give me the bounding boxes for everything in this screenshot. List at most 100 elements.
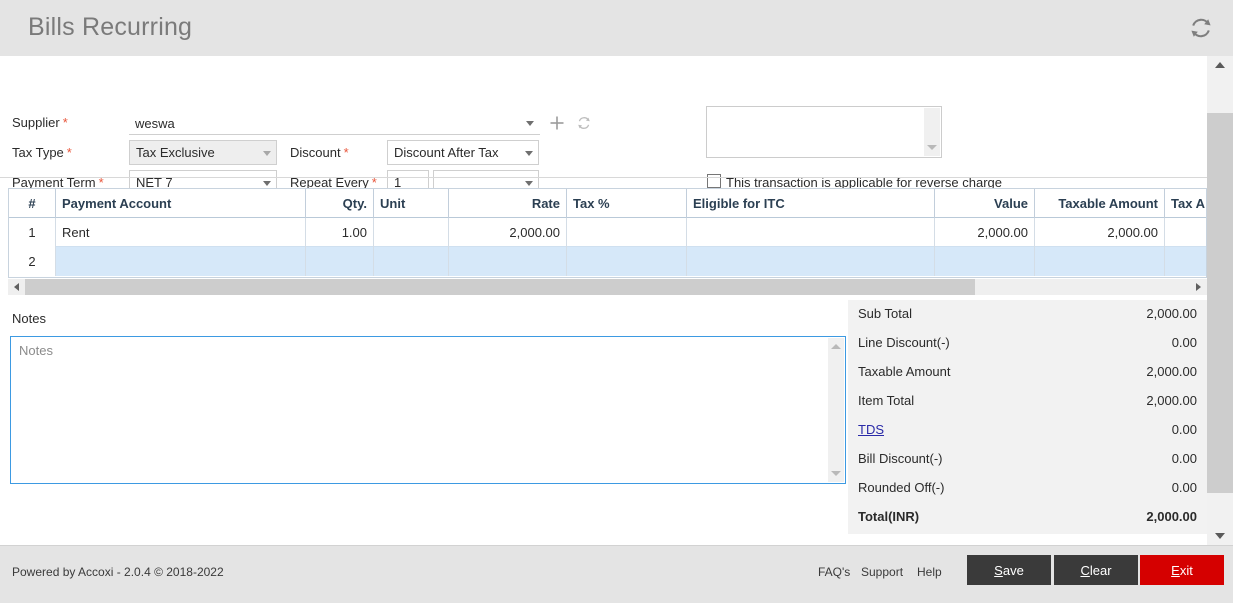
help-link[interactable]: Help xyxy=(917,565,942,579)
chevron-down-icon[interactable] xyxy=(927,145,937,150)
summary-row-line-discount: Line Discount(-) 0.00 xyxy=(848,329,1207,358)
summary-value: 2,000.00 xyxy=(1146,509,1197,524)
cell-index: 2 xyxy=(9,247,56,276)
summary-value: 0.00 xyxy=(1172,335,1197,350)
summary-label: Line Discount(-) xyxy=(858,335,950,350)
refresh-icon[interactable] xyxy=(1183,10,1219,46)
table-row[interactable]: 2 xyxy=(9,247,1207,276)
cell-rate[interactable]: 2,000.00 xyxy=(449,218,567,247)
chevron-up-icon[interactable] xyxy=(831,344,841,349)
cell-taxable-amount: 2,000.00 xyxy=(1035,218,1165,247)
form-divider xyxy=(0,177,1207,178)
clear-rest: lear xyxy=(1090,563,1112,578)
supplier-underline xyxy=(129,134,540,135)
required-marker: * xyxy=(67,145,72,160)
form-area: Supplier* Tax Type* Tax Exclusive xyxy=(0,56,1207,176)
powered-by-text: Powered by Accoxi - 2.0.4 © 2018-2022 xyxy=(12,565,224,579)
column-header-index[interactable]: # xyxy=(9,189,56,218)
tds-link[interactable]: TDS xyxy=(858,422,884,437)
supplier-label: Supplier* xyxy=(12,115,68,130)
supplier-input[interactable] xyxy=(129,111,540,136)
footer-bar: Powered by Accoxi - 2.0.4 © 2018-2022 FA… xyxy=(0,545,1233,603)
scroll-up-button[interactable] xyxy=(1207,56,1233,74)
discount-select[interactable]: Discount After Tax xyxy=(387,140,539,165)
tax-type-select[interactable]: Tax Exclusive xyxy=(129,140,277,165)
description-scrollbar[interactable] xyxy=(924,108,940,156)
page-vertical-scrollbar[interactable] xyxy=(1207,56,1233,545)
summary-label: Rounded Off(-) xyxy=(858,480,944,495)
caret-left-icon xyxy=(14,283,19,291)
cell-tax-amount xyxy=(1165,218,1207,247)
summary-row-rounded-off: Rounded Off(-) 0.00 xyxy=(848,474,1207,503)
scrollbar-thumb[interactable] xyxy=(1207,113,1233,493)
chevron-down-icon[interactable] xyxy=(831,471,841,476)
support-link[interactable]: Support xyxy=(861,565,903,579)
cell-eligible-itc[interactable] xyxy=(687,247,935,276)
page-title: Bills Recurring xyxy=(28,13,192,42)
notes-label: Notes xyxy=(12,311,46,326)
discount-label: Discount* xyxy=(290,145,349,160)
supplier-refresh-icon[interactable] xyxy=(575,114,593,132)
cell-unit[interactable] xyxy=(374,247,449,276)
clear-accel: C xyxy=(1080,563,1089,578)
cell-payment-account[interactable] xyxy=(56,247,306,276)
title-bar: Bills Recurring xyxy=(0,0,1233,56)
column-header-rate[interactable]: Rate xyxy=(449,189,567,218)
cell-qty[interactable] xyxy=(306,247,374,276)
column-header-value[interactable]: Value xyxy=(935,189,1035,218)
column-header-tax-pct[interactable]: Tax % xyxy=(567,189,687,218)
cell-unit[interactable] xyxy=(374,218,449,247)
summary-label: Sub Total xyxy=(858,306,912,321)
summary-value: 2,000.00 xyxy=(1146,306,1197,321)
summary-row-total: Total(INR) 2,000.00 xyxy=(848,503,1207,532)
summary-row-sub-total: Sub Total 2,000.00 xyxy=(848,300,1207,329)
cell-value: 2,000.00 xyxy=(935,218,1035,247)
column-header-unit[interactable]: Unit xyxy=(374,189,449,218)
exit-rest: xit xyxy=(1180,563,1193,578)
column-header-taxable-amount[interactable]: Taxable Amount xyxy=(1035,189,1165,218)
exit-button[interactable]: Exit xyxy=(1140,555,1224,585)
summary-value: 2,000.00 xyxy=(1146,364,1197,379)
cell-rate[interactable] xyxy=(449,247,567,276)
notes-textarea[interactable]: Notes xyxy=(10,336,846,484)
cell-index: 1 xyxy=(9,218,56,247)
rounded-off-input[interactable]: 0.00 xyxy=(1172,480,1197,495)
description-textarea[interactable] xyxy=(706,106,942,158)
save-button[interactable]: Save xyxy=(967,555,1051,585)
scroll-down-button[interactable] xyxy=(1207,527,1233,545)
cell-tax-amount xyxy=(1165,247,1207,276)
cell-taxable-amount xyxy=(1035,247,1165,276)
cell-eligible-itc[interactable] xyxy=(687,218,935,247)
cell-qty[interactable]: 1.00 xyxy=(306,218,374,247)
cell-tax-pct[interactable] xyxy=(567,247,687,276)
table-header-row: # Payment Account Qty. Unit Rate Tax % E… xyxy=(9,189,1207,218)
column-header-tax-amount[interactable]: Tax A xyxy=(1165,189,1207,218)
summary-label: Bill Discount(-) xyxy=(858,451,943,466)
summary-row-bill-discount: Bill Discount(-) 0.00 xyxy=(848,445,1207,474)
summary-panel: Sub Total 2,000.00 Line Discount(-) 0.00… xyxy=(848,300,1207,534)
summary-value: 2,000.00 xyxy=(1146,393,1197,408)
bills-recurring-window: Bills Recurring Supplier* xyxy=(0,0,1233,603)
faqs-link[interactable]: FAQ's xyxy=(818,565,850,579)
caret-right-icon xyxy=(1196,283,1201,291)
plus-icon[interactable] xyxy=(548,114,566,132)
scroll-right-button[interactable] xyxy=(1190,279,1207,295)
column-header-payment-account[interactable]: Payment Account xyxy=(56,189,306,218)
table-row[interactable]: 1 Rent 1.00 2,000.00 2,000.00 2,000.00 xyxy=(9,218,1207,247)
scroll-left-button[interactable] xyxy=(8,279,25,295)
summary-label: Taxable Amount xyxy=(858,364,951,379)
tax-type-value: Tax Exclusive xyxy=(136,145,215,160)
cell-payment-account[interactable]: Rent xyxy=(56,218,306,247)
scrollbar-thumb[interactable] xyxy=(25,279,975,295)
required-marker: * xyxy=(344,145,349,160)
bill-discount-input[interactable]: 0.00 xyxy=(1172,451,1197,466)
summary-label: Total(INR) xyxy=(858,509,919,524)
column-header-qty[interactable]: Qty. xyxy=(306,189,374,218)
column-header-eligible-itc[interactable]: Eligible for ITC xyxy=(687,189,935,218)
notes-placeholder: Notes xyxy=(19,343,53,358)
cell-tax-pct[interactable] xyxy=(567,218,687,247)
clear-button[interactable]: Clear xyxy=(1054,555,1138,585)
notes-scrollbar[interactable] xyxy=(828,338,844,482)
table-horizontal-scrollbar[interactable] xyxy=(8,279,1207,295)
required-marker: * xyxy=(63,115,68,130)
